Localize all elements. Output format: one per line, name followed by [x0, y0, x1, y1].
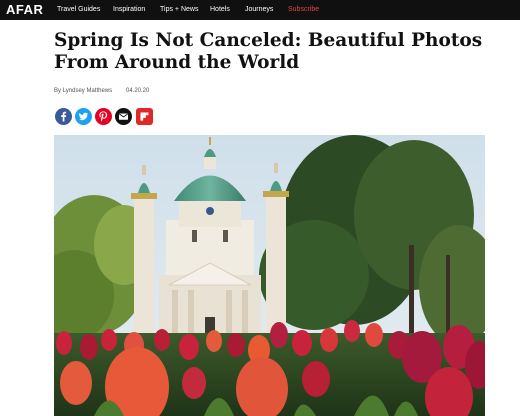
share-pinterest-button[interactable]	[95, 108, 112, 125]
article-headline: Spring Is Not Canceled: Beautiful Photos…	[54, 30, 483, 73]
email-icon	[119, 113, 128, 120]
nav-hotels[interactable]: Hotels	[210, 5, 230, 15]
twitter-icon	[79, 112, 88, 121]
share-twitter-button[interactable]	[75, 108, 92, 125]
afar-logo[interactable]: AFAR	[6, 2, 43, 18]
pinterest-icon	[99, 111, 108, 122]
nav-journeys[interactable]: Journeys	[245, 5, 273, 15]
share-facebook-button[interactable]	[55, 108, 72, 125]
article-byline[interactable]: By Lyndsey Matthews	[54, 87, 112, 95]
share-flipboard-button[interactable]	[136, 108, 153, 125]
nav-travel-guides[interactable]: Travel Guides	[57, 5, 100, 15]
article-date: 04.20.20	[126, 88, 150, 94]
facebook-icon	[61, 111, 67, 122]
nav-tips-news[interactable]: Tips + News	[160, 5, 198, 15]
top-navigation-bar: AFAR Travel Guides Inspiration Tips + Ne…	[0, 0, 520, 20]
share-email-button[interactable]	[115, 108, 132, 125]
flipboard-icon	[140, 112, 149, 121]
nav-inspiration[interactable]: Inspiration	[113, 5, 145, 15]
hero-photo	[54, 135, 485, 416]
subscribe-link[interactable]: Subscribe	[288, 5, 319, 15]
karlskirche-tulips-image	[54, 135, 485, 416]
